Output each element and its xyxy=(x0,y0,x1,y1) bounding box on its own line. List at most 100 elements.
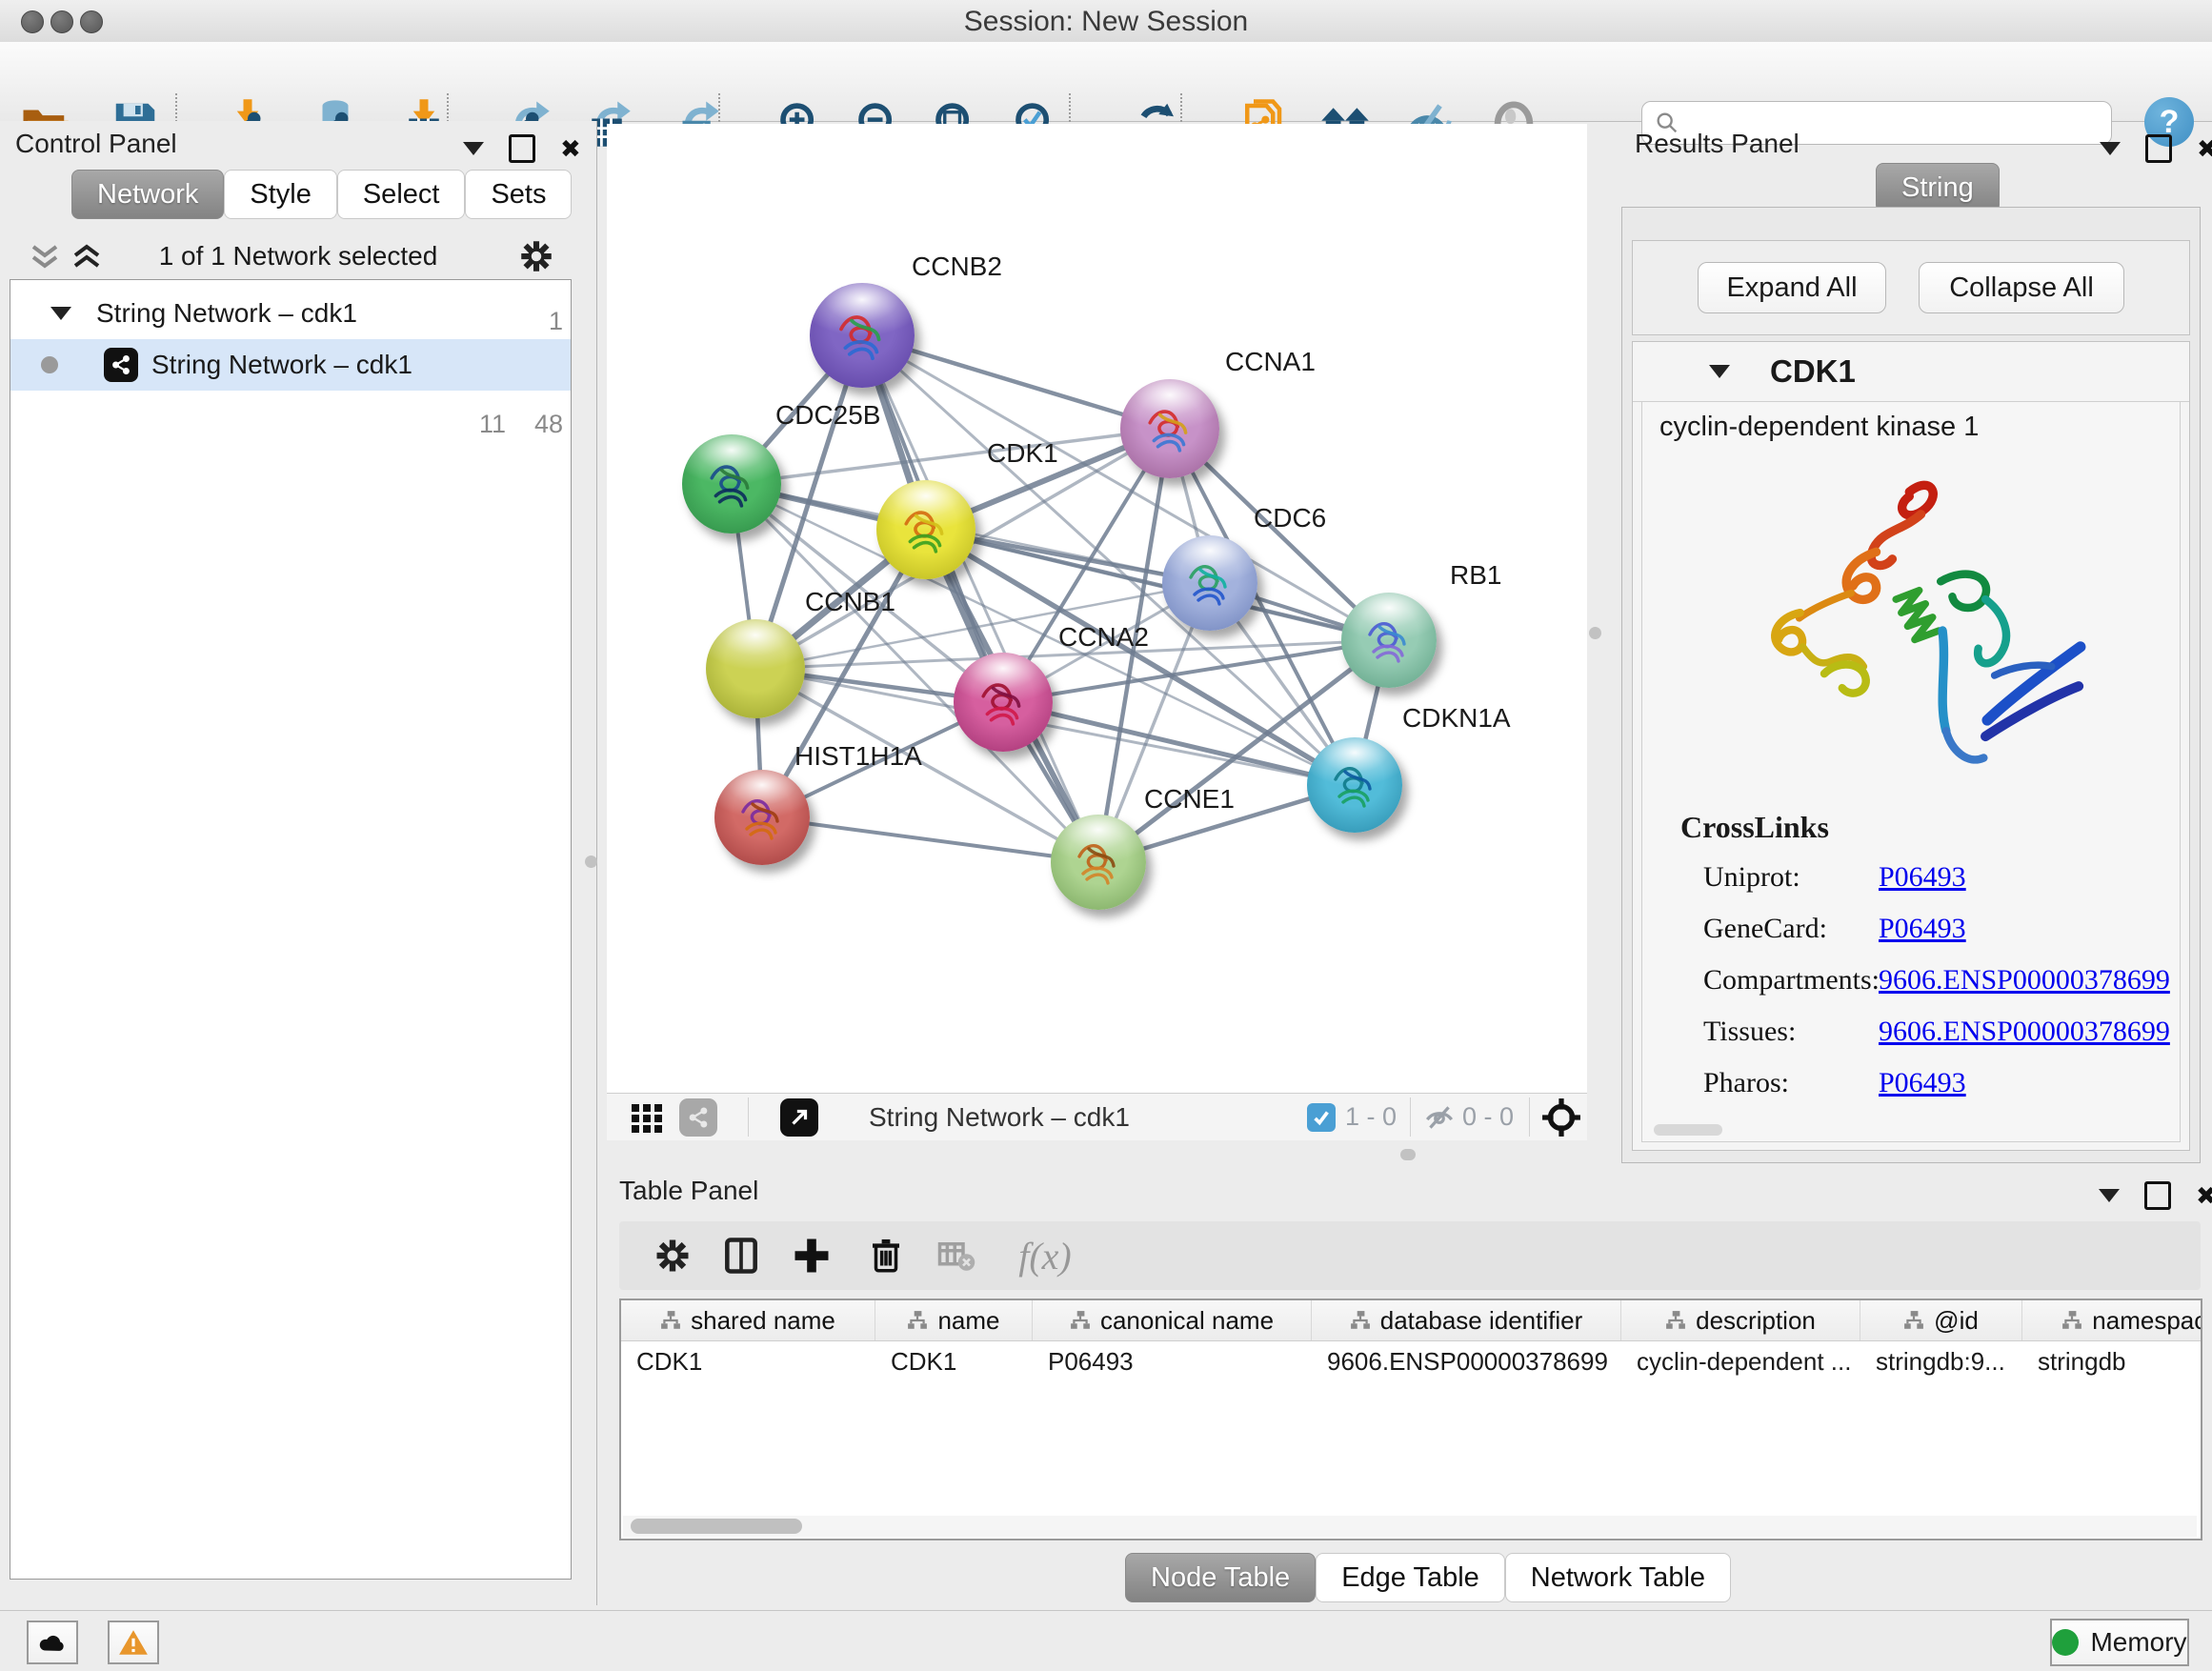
hidden-node-edge-counts: 0 - 0 xyxy=(1462,1102,1514,1132)
crosslink-link[interactable]: 9606.ENSP00000378699 xyxy=(1879,964,2170,997)
node-hist1h1a[interactable] xyxy=(714,770,810,865)
cloud-status-button[interactable] xyxy=(27,1621,78,1664)
network-edge-count: 48 xyxy=(525,410,563,439)
panel-menu-icon[interactable] xyxy=(2100,142,2121,155)
table-options-gear-icon[interactable] xyxy=(650,1233,695,1278)
warnings-button[interactable] xyxy=(108,1621,159,1664)
table-hscrollbar[interactable] xyxy=(623,1516,2197,1537)
collection-expand-icon[interactable] xyxy=(50,307,71,320)
node-cdk1[interactable] xyxy=(876,480,975,579)
column-label: description xyxy=(1696,1306,1816,1336)
network-view-title: String Network – cdk1 xyxy=(869,1102,1130,1133)
crosslink-link[interactable]: P06493 xyxy=(1879,1067,1966,1099)
entry-hscrollbar-thumb[interactable] xyxy=(1654,1124,1722,1136)
edge-hist1h1a-ccne1[interactable] xyxy=(762,817,1098,862)
table-row[interactable]: CDK1CDK1P064939606.ENSP00000378699cyclin… xyxy=(621,1340,2202,1382)
table-toolbar: f(x) xyxy=(619,1221,2201,1290)
column-label: name xyxy=(937,1306,999,1336)
panel-float-icon[interactable] xyxy=(2145,134,2172,163)
panel-close-icon[interactable]: ✖ xyxy=(2197,136,2212,161)
column-header-canonical-name[interactable]: canonical name xyxy=(1033,1300,1312,1340)
crosslink-link[interactable]: P06493 xyxy=(1879,913,1966,945)
share-view-icon[interactable] xyxy=(679,1098,717,1137)
collection-name: String Network – cdk1 xyxy=(96,298,357,329)
node-ccna2[interactable] xyxy=(954,653,1053,752)
tab-network-table[interactable]: Network Table xyxy=(1505,1553,1731,1602)
panel-float-icon[interactable] xyxy=(509,134,535,163)
selected-checkbox-icon[interactable] xyxy=(1307,1103,1336,1132)
crosslinks-title: CrossLinks xyxy=(1680,810,1829,845)
fit-content-crosshair-icon[interactable] xyxy=(1540,1097,1582,1138)
function-builder-icon: f(x) xyxy=(1002,1233,1088,1278)
selected-node-edge-counts: 1 - 0 xyxy=(1345,1102,1397,1132)
network-options-gear-icon[interactable] xyxy=(516,236,556,276)
cell-canonical-name[interactable]: P06493 xyxy=(1033,1340,1312,1382)
panel-close-icon[interactable]: ✖ xyxy=(560,136,581,161)
table-header-row: shared name name canonical namedatabase id… xyxy=(621,1300,2202,1341)
edge-ccnb2-ccne1[interactable] xyxy=(862,335,1098,862)
birds-eye-view-icon[interactable] xyxy=(780,1098,818,1137)
collection-count: 1 xyxy=(525,307,563,336)
application-window: Session: New Session ? Control Panel ✖ N… xyxy=(0,0,2212,1671)
results-tab-string[interactable]: String xyxy=(1876,163,2000,212)
crosslink-link[interactable]: 9606.ENSP00000378699 xyxy=(1879,1016,2170,1048)
node-cdkn1a[interactable] xyxy=(1307,737,1402,833)
tab-sets[interactable]: Sets xyxy=(465,170,572,219)
crosslink-link[interactable]: P06493 xyxy=(1879,861,1966,894)
grid-view-icon[interactable] xyxy=(628,1099,666,1136)
show-columns-icon[interactable] xyxy=(718,1233,764,1278)
panel-close-icon[interactable]: ✖ xyxy=(2196,1183,2212,1208)
expand-all-button[interactable]: Expand All xyxy=(1698,262,1886,313)
hidden-eye-icon[interactable] xyxy=(1421,1101,1458,1134)
gene-entry-panel: CDK1 cyclin-dependent kinase 1 xyxy=(1632,341,2190,1151)
panel-menu-icon[interactable] xyxy=(463,142,484,155)
column-label: namespace xyxy=(2092,1306,2202,1336)
network-selector-row: 1 of 1 Network selected xyxy=(0,233,596,281)
network-collection-row[interactable]: String Network – cdk1 1 xyxy=(10,288,571,339)
string-results-container: Expand All Collapse All CDK1 cyclin-depe… xyxy=(1621,207,2201,1163)
panel-float-icon[interactable] xyxy=(2144,1181,2171,1210)
column-header-database-identifier[interactable]: database identifier xyxy=(1312,1300,1621,1340)
node-label-ccne1: CCNE1 xyxy=(1144,784,1235,815)
create-column-plus-icon[interactable] xyxy=(789,1233,835,1278)
tab-network[interactable]: Network xyxy=(71,170,224,219)
right-splitter-handle[interactable] xyxy=(1589,627,1601,639)
node-ccnb2[interactable] xyxy=(810,283,915,388)
memory-button[interactable]: Memory xyxy=(2050,1619,2189,1666)
column-header-shared-name[interactable]: shared name xyxy=(621,1300,875,1340)
status-bar: Memory xyxy=(0,1610,2212,1671)
table-hscrollbar-thumb[interactable] xyxy=(631,1519,802,1534)
entry-collapse-icon[interactable] xyxy=(1709,365,1730,378)
gene-symbol: CDK1 xyxy=(1770,353,1856,390)
left-splitter-handle[interactable] xyxy=(585,856,597,868)
bottom-splitter-handle[interactable] xyxy=(1400,1149,1416,1160)
column-header-namespace[interactable]: namespace xyxy=(2022,1300,2202,1340)
gene-entry-header[interactable]: CDK1 xyxy=(1633,342,2189,402)
cell-@id[interactable]: stringdb:9... xyxy=(1860,1340,2022,1382)
cell-database-identifier[interactable]: 9606.ENSP00000378699 xyxy=(1312,1340,1621,1382)
network-canvas[interactable]: CCNB2CCNA1CDC25BCDK1CDC6RB1CCNB1CCNA2CDK… xyxy=(607,124,1587,1093)
cell-name[interactable]: CDK1 xyxy=(875,1340,1033,1382)
node-ccnb1[interactable] xyxy=(706,619,805,718)
tab-edge-table[interactable]: Edge Table xyxy=(1316,1553,1505,1602)
network-row[interactable]: String Network – cdk1 11 48 xyxy=(10,339,571,391)
delete-column-trash-icon[interactable] xyxy=(863,1233,909,1278)
column-header-description[interactable]: description xyxy=(1621,1300,1860,1340)
cell-namespace[interactable]: stringdb xyxy=(2022,1340,2202,1382)
node-rb1[interactable] xyxy=(1341,593,1437,688)
edge-ccna2-cdkn1a[interactable] xyxy=(1003,702,1355,785)
column-header-name[interactable]: name xyxy=(875,1300,1033,1340)
panel-menu-icon[interactable] xyxy=(2099,1189,2120,1202)
collapse-all-button[interactable]: Collapse All xyxy=(1919,262,2124,313)
node-cdc6[interactable] xyxy=(1162,535,1257,631)
tab-style[interactable]: Style xyxy=(224,170,336,219)
node-cdc25b[interactable] xyxy=(682,434,781,534)
control-panel: Control Panel ✖ NetworkStyleSelectSets 1… xyxy=(0,121,597,1605)
cell-description[interactable]: cyclin-dependent ... xyxy=(1621,1340,1860,1382)
node-ccne1[interactable] xyxy=(1051,815,1146,910)
column-header-@id[interactable]: @id xyxy=(1860,1300,2022,1340)
cell-shared-name[interactable]: CDK1 xyxy=(621,1340,875,1382)
node-ccna1[interactable] xyxy=(1120,379,1219,478)
tab-node-table[interactable]: Node Table xyxy=(1125,1553,1316,1602)
tab-select[interactable]: Select xyxy=(337,170,466,219)
